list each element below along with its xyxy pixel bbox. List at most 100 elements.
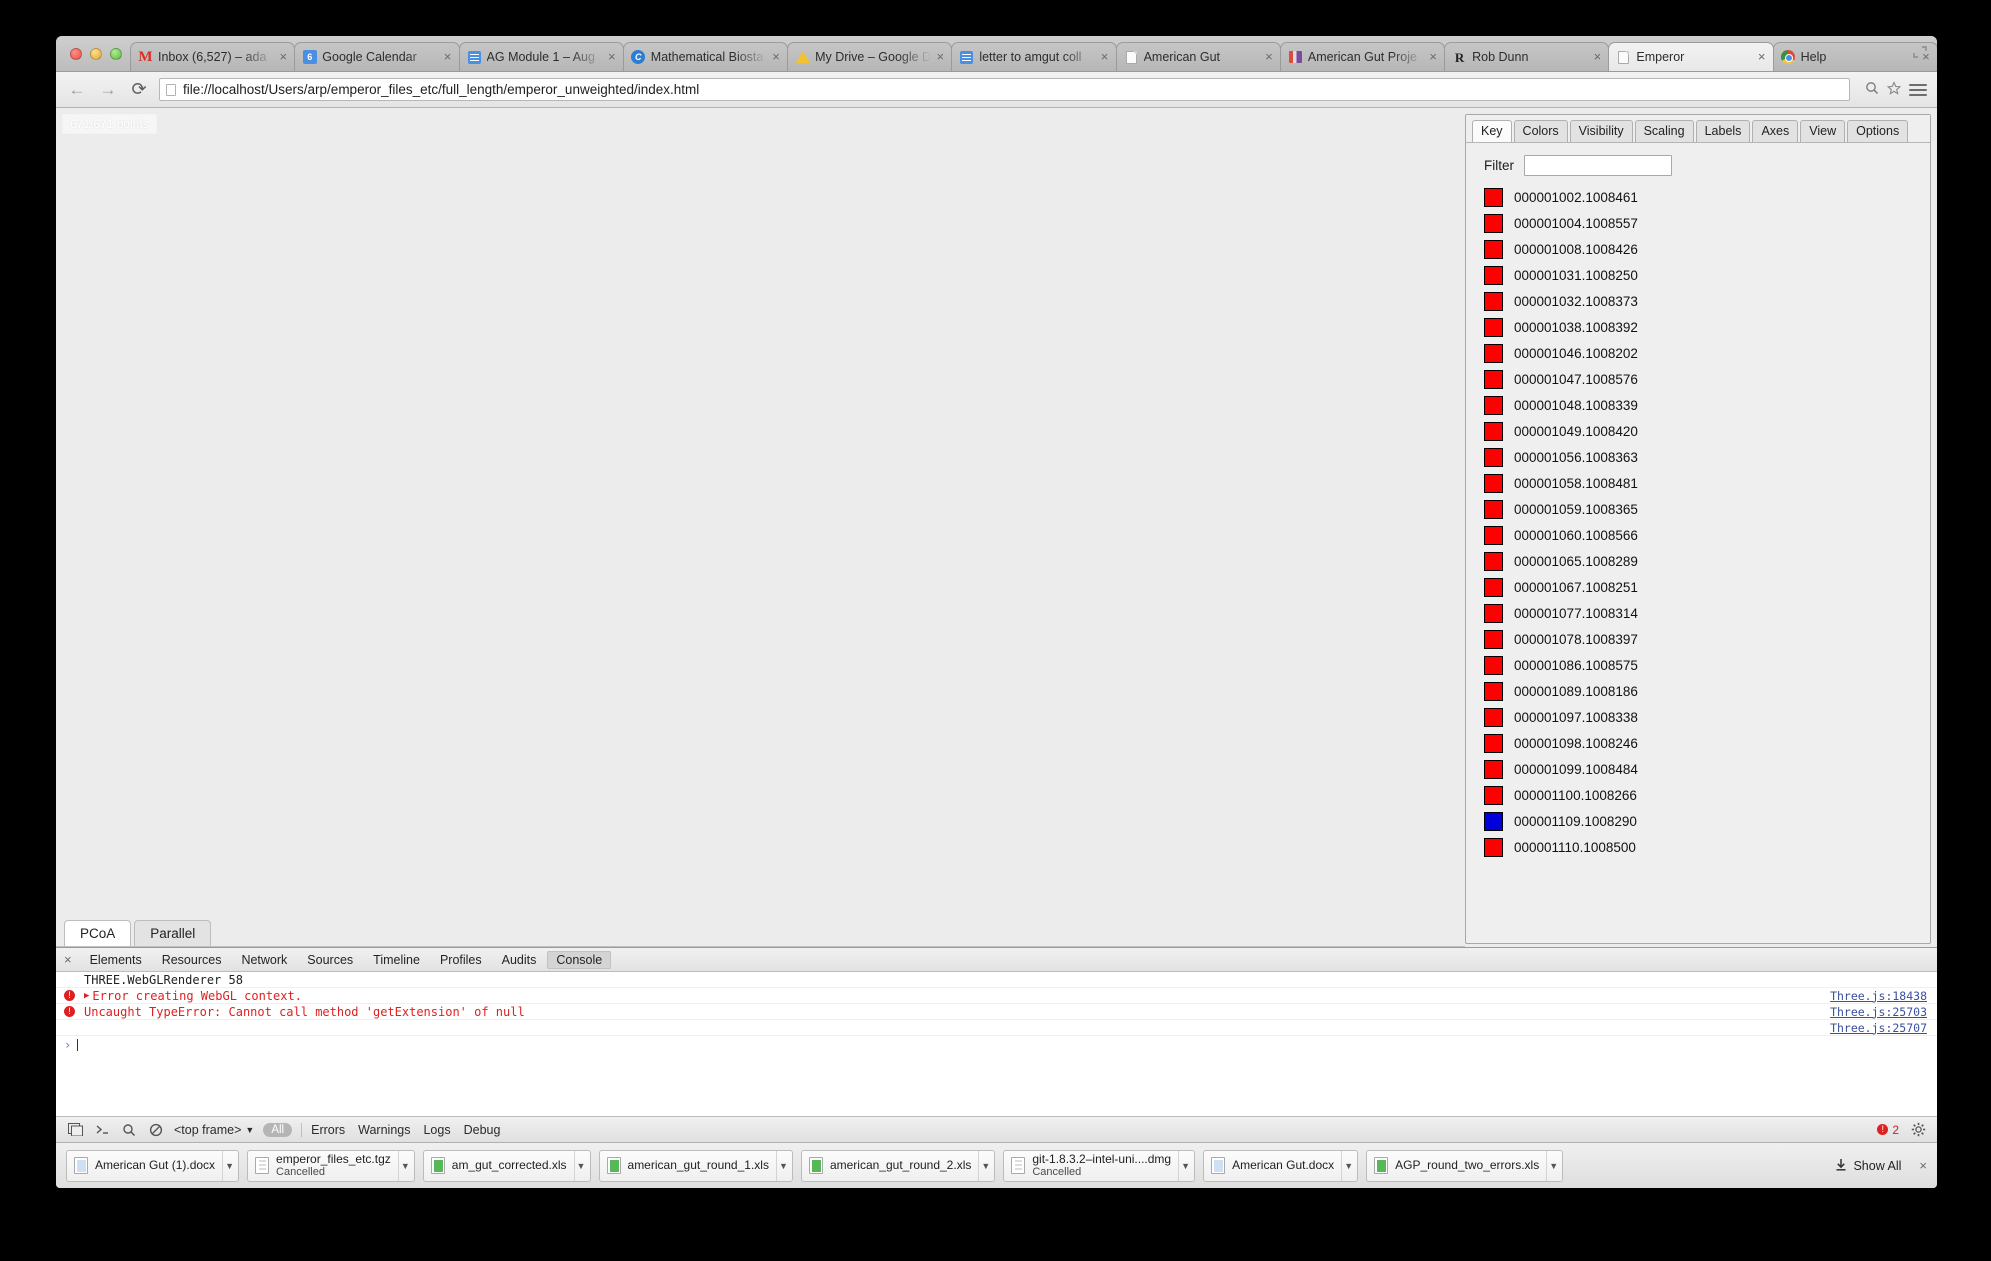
color-swatch[interactable] <box>1484 213 1503 233</box>
plot-tab-pcoa[interactable]: PCoA <box>64 920 132 946</box>
color-swatch[interactable] <box>1484 395 1503 415</box>
reload-icon[interactable]: ⟳ <box>128 79 150 101</box>
error-count-badge[interactable]: ! 2 <box>1877 1123 1899 1137</box>
frame-selector[interactable]: <top frame> ▼ <box>174 1123 254 1137</box>
key-list-item[interactable]: 000001077.1008314 <box>1484 600 1930 626</box>
tab-close-icon[interactable]: × <box>933 50 947 64</box>
key-list-item[interactable]: 000001032.1008373 <box>1484 288 1930 314</box>
color-swatch[interactable] <box>1484 759 1503 779</box>
download-menu-caret-icon[interactable]: ▼ <box>775 1150 790 1181</box>
devtools-tab-profiles[interactable]: Profiles <box>431 951 491 969</box>
devtools-tab-elements[interactable]: Elements <box>81 951 151 969</box>
browser-tab[interactable]: American Gut × <box>1115 42 1281 71</box>
devtools-tab-audits[interactable]: Audits <box>493 951 546 969</box>
browser-tab[interactable]: My Drive – Google D × <box>787 42 953 71</box>
download-item[interactable]: am_gut_corrected.xls ▼ <box>422 1149 591 1182</box>
color-swatch[interactable] <box>1484 499 1503 519</box>
color-swatch[interactable] <box>1484 811 1503 831</box>
window-zoom-button[interactable] <box>110 48 122 60</box>
gear-icon[interactable] <box>1909 1122 1927 1138</box>
filter-all-button[interactable]: All <box>263 1122 293 1137</box>
browser-tab[interactable]: C Mathematical Biosta × <box>622 42 789 71</box>
download-menu-caret-icon[interactable]: ▼ <box>397 1150 412 1181</box>
devtools-tab-timeline[interactable]: Timeline <box>364 951 429 969</box>
download-menu-caret-icon[interactable]: ▼ <box>978 1150 992 1181</box>
color-swatch[interactable] <box>1484 655 1503 675</box>
key-list-item[interactable]: 000001046.1008202 <box>1484 340 1930 366</box>
download-item[interactable]: american_gut_round_1.xls ▼ <box>598 1149 793 1182</box>
emperor-tab-axes[interactable]: Axes <box>1752 120 1799 142</box>
show-all-downloads-button[interactable]: Show All <box>1835 1158 1901 1174</box>
devtools-tab-sources[interactable]: Sources <box>298 951 362 969</box>
console-output[interactable]: THREE.WebGLRenderer 58! ▶ Error creating W… <box>56 972 1937 1116</box>
color-swatch[interactable] <box>1484 629 1503 649</box>
key-list-item[interactable]: 000001099.1008484 <box>1484 756 1930 782</box>
download-item[interactable]: emperor_files_etc.tgz Cancelled ▼ <box>247 1149 415 1182</box>
forward-icon[interactable]: → <box>97 79 119 101</box>
devtools-close-icon[interactable]: × <box>62 952 79 967</box>
download-menu-caret-icon[interactable]: ▼ <box>1178 1150 1192 1181</box>
color-swatch[interactable] <box>1484 317 1503 337</box>
star-icon[interactable] <box>1886 81 1902 98</box>
color-swatch[interactable] <box>1484 551 1503 571</box>
webgl-plot-canvas[interactable] <box>56 108 1465 915</box>
console-source-link[interactable]: Three.js:25703 <box>1830 1005 1927 1019</box>
devtools-tab-network[interactable]: Network <box>232 951 296 969</box>
magnifier-icon[interactable] <box>1865 81 1879 98</box>
download-menu-caret-icon[interactable]: ▼ <box>573 1150 588 1181</box>
console-filter-errors[interactable]: Errors <box>311 1123 345 1137</box>
emperor-tab-view[interactable]: View <box>1800 120 1846 142</box>
sample-key-list[interactable]: 000001002.1008461 000001004.1008557 000001… <box>1466 184 1930 943</box>
plot-tab-parallel[interactable]: Parallel <box>134 920 212 946</box>
key-list-item[interactable]: 000001067.1008251 <box>1484 574 1930 600</box>
color-swatch[interactable] <box>1484 681 1503 701</box>
emperor-tab-key[interactable]: Key <box>1472 120 1512 142</box>
tab-close-icon[interactable]: × <box>605 50 619 64</box>
color-swatch[interactable] <box>1484 707 1503 727</box>
back-icon[interactable]: ← <box>66 79 88 101</box>
download-menu-caret-icon[interactable]: ▼ <box>1546 1150 1560 1181</box>
show-drawer-icon[interactable] <box>93 1122 111 1138</box>
tab-close-icon[interactable]: × <box>276 50 290 64</box>
browser-tab[interactable]: M Inbox (6,527) – ada × <box>130 42 296 71</box>
key-list-item[interactable]: 000001048.1008339 <box>1484 392 1930 418</box>
key-list-item[interactable]: 000001098.1008246 <box>1484 730 1930 756</box>
key-list-item[interactable]: 000001086.1008575 <box>1484 652 1930 678</box>
emperor-tab-scaling[interactable]: Scaling <box>1634 120 1694 142</box>
color-swatch[interactable] <box>1484 187 1503 207</box>
key-list-item[interactable]: 000001038.1008392 <box>1484 314 1930 340</box>
emperor-tab-visibility[interactable]: Visibility <box>1569 120 1633 142</box>
window-close-button[interactable] <box>70 48 82 60</box>
key-list-item[interactable]: 000001060.1008566 <box>1484 522 1930 548</box>
console-filter-warnings[interactable]: Warnings <box>358 1123 410 1137</box>
color-swatch[interactable] <box>1484 837 1503 857</box>
expand-triangle-icon[interactable]: ▶ <box>84 991 89 1001</box>
console-prompt[interactable]: › <box>56 1036 1937 1054</box>
tab-close-icon[interactable]: × <box>1590 50 1604 64</box>
key-list-item[interactable]: 000001047.1008576 <box>1484 366 1930 392</box>
color-swatch[interactable] <box>1484 421 1503 441</box>
color-swatch[interactable] <box>1484 265 1503 285</box>
tab-close-icon[interactable]: × <box>769 50 783 64</box>
color-swatch[interactable] <box>1484 577 1503 597</box>
color-swatch[interactable] <box>1484 291 1503 311</box>
window-restore-icon[interactable] <box>1911 44 1929 60</box>
key-list-item[interactable]: 000001002.1008461 <box>1484 184 1930 210</box>
dock-to-side-icon[interactable] <box>66 1122 84 1138</box>
color-swatch[interactable] <box>1484 785 1503 805</box>
devtools-tab-console[interactable]: Console <box>547 950 612 969</box>
key-list-item[interactable]: 000001110.1008500 <box>1484 834 1930 860</box>
key-list-item[interactable]: 000001097.1008338 <box>1484 704 1930 730</box>
emperor-tab-labels[interactable]: Labels <box>1695 120 1751 142</box>
download-menu-caret-icon[interactable]: ▼ <box>222 1150 236 1181</box>
download-item[interactable]: american_gut_round_2.xls ▼ <box>800 1149 996 1182</box>
browser-tab[interactable]: R Rob Dunn × <box>1444 42 1610 71</box>
key-list-item[interactable]: 000001049.1008420 <box>1484 418 1930 444</box>
key-list-item[interactable]: 000001008.1008426 <box>1484 236 1930 262</box>
devtools-tab-resources[interactable]: Resources <box>153 951 231 969</box>
key-list-item[interactable]: 000001065.1008289 <box>1484 548 1930 574</box>
color-swatch[interactable] <box>1484 603 1503 623</box>
key-list-item[interactable]: 000001031.1008250 <box>1484 262 1930 288</box>
tab-close-icon[interactable]: × <box>441 50 455 64</box>
console-filter-debug[interactable]: Debug <box>464 1123 501 1137</box>
